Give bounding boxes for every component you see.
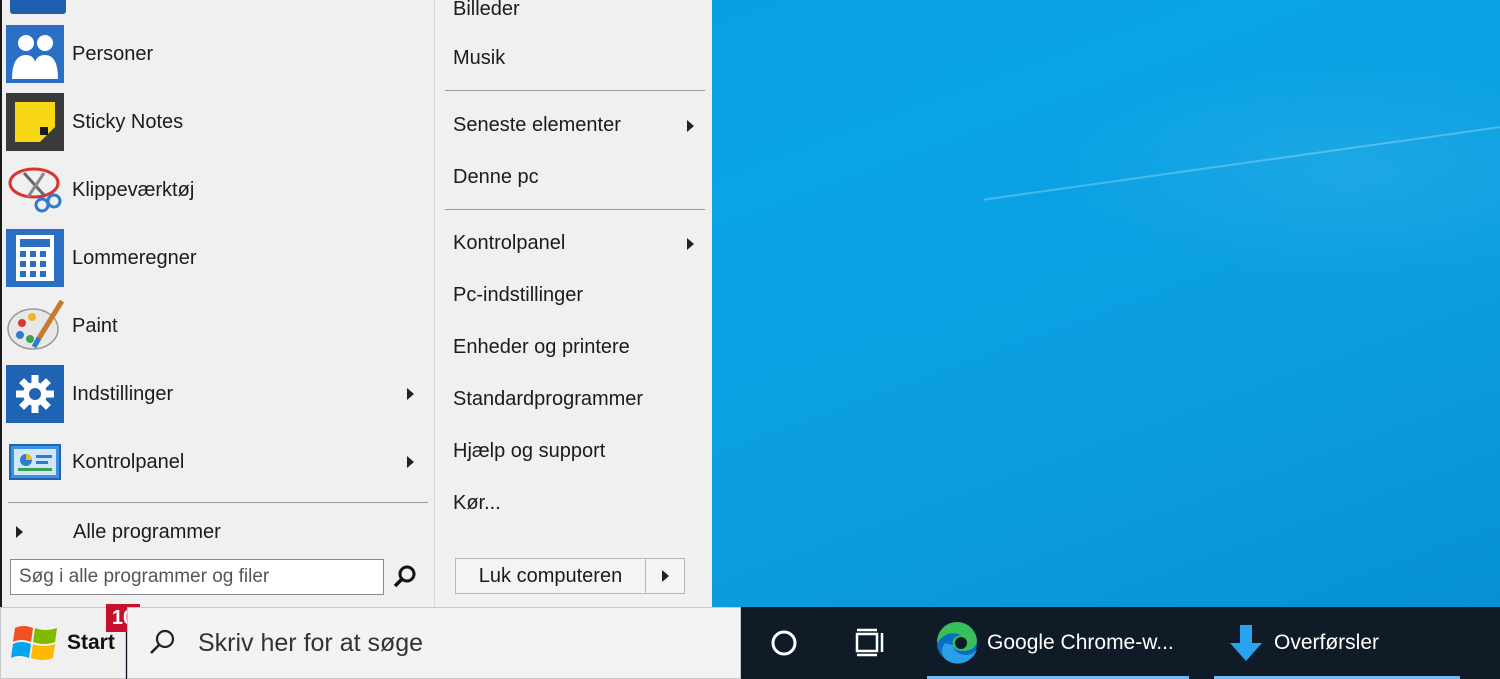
menu-divider [445,209,705,210]
app-label: Kontrolpanel [72,450,185,473]
places-item-musik[interactable]: Musik [453,47,505,70]
start-label: Start [67,631,115,654]
places-item-billeder[interactable]: Billeder [453,0,520,21]
places-item-label: Seneste elementer [453,114,621,136]
start-menu-programs: Personer Sticky Notes Klippeværktøj Lomm… [2,0,434,607]
windows-logo-icon [11,618,61,668]
cortana-icon[interactable] [766,625,802,661]
places-item-enheder-og-printere[interactable]: Enheder og printere [453,336,630,359]
places-item-kor[interactable]: Kør... [453,492,501,515]
app-item-indstillinger[interactable]: Indstillinger [6,362,430,426]
places-item-label: Hjælp og support [453,440,606,462]
places-item-denne-pc[interactable]: Denne pc [453,166,539,189]
places-item-seneste-elementer[interactable]: Seneste elementer [453,114,694,137]
app-label: Paint [72,314,118,337]
shutdown-button[interactable]: Luk computeren [456,559,646,593]
partial-app-icon [10,0,66,14]
search-icon [146,626,180,660]
menu-divider [8,502,428,503]
snipping-tool-icon [6,161,64,219]
places-item-label: Denne pc [453,166,539,188]
places-item-label: Musik [453,47,506,69]
app-item-paint[interactable]: Paint [6,294,430,358]
taskbar-search-box[interactable]: Skriv her for at søge [127,607,741,679]
menu-divider [445,90,705,91]
program-search-input[interactable] [10,559,384,595]
paint-palette-icon [6,297,64,355]
expand-arrow-icon [16,526,23,538]
app-item-personer[interactable]: Personer [6,22,430,86]
task-view-icon[interactable] [851,625,889,661]
places-item-label: Kontrolpanel [453,232,566,254]
sticky-notes-icon [6,93,64,151]
download-arrow-icon [1226,623,1266,663]
start-menu-places: Billeder Musik Seneste elementer Denne p… [434,0,712,607]
search-icon[interactable] [390,562,420,592]
chevron-right-icon [661,570,669,582]
shutdown-options-button[interactable] [646,559,684,593]
edge-icon [935,621,979,665]
app-item-klippevaerktoj[interactable]: Klippeværktøj [6,158,430,222]
desktop-light-glow [1050,60,1500,280]
app-item-lommeregner[interactable]: Lommeregner [6,226,430,290]
gear-icon [6,365,64,423]
places-item-hjaelp-og-support[interactable]: Hjælp og support [453,440,605,463]
places-item-label: Kør... [453,492,501,514]
places-item-kontrolpanel[interactable]: Kontrolpanel [453,232,694,255]
control-panel-icon [6,433,64,491]
app-item-kontrolpanel[interactable]: Kontrolpanel [6,430,430,494]
places-item-pc-indstillinger[interactable]: Pc-indstillinger [453,284,583,307]
places-item-label: Standardprogrammer [453,388,644,410]
taskbar-app-overforsler[interactable]: Overførsler [1214,607,1460,679]
people-icon [6,25,64,83]
submenu-arrow-icon [687,120,694,132]
app-item-sticky-notes[interactable]: Sticky Notes [6,90,430,154]
all-programs-label: Alle programmer [73,520,221,543]
submenu-arrow-icon [687,238,694,250]
app-label: Sticky Notes [72,110,184,133]
places-item-label: Enheder og printere [453,336,630,358]
calculator-icon [6,229,64,287]
shutdown-button-group: Luk computeren [455,558,685,594]
taskbar-app-label: Google Chrome-w... [987,631,1174,654]
app-label: Indstillinger [72,382,174,405]
app-label: Personer [72,42,154,65]
app-label: Klippeværktøj [72,178,195,201]
places-item-label: Pc-indstillinger [453,284,584,306]
taskbar-app-chrome[interactable]: Google Chrome-w... [927,607,1189,679]
taskbar-search-placeholder: Skriv her for at søge [198,628,424,657]
start-menu: Personer Sticky Notes Klippeværktøj Lomm… [0,0,712,607]
places-item-label: Billeder [453,0,520,20]
submenu-arrow-icon [407,456,414,468]
taskbar-app-label: Overførsler [1274,631,1379,654]
app-label: Lommeregner [72,246,197,269]
taskbar: Start 10 Skriv her for at søge Google Ch… [0,604,1500,679]
all-programs-button[interactable]: Alle programmer [6,512,426,552]
places-item-standardprogrammer[interactable]: Standardprogrammer [453,388,643,411]
submenu-arrow-icon [407,388,414,400]
